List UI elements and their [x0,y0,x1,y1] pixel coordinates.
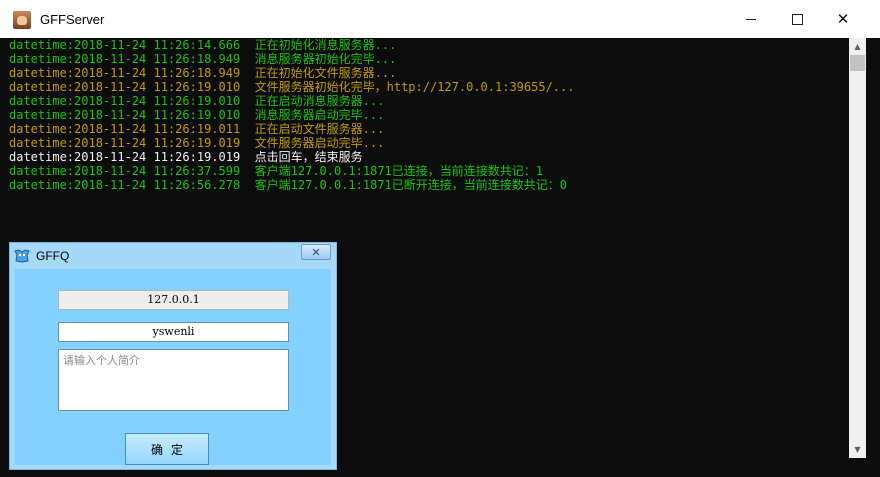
maximize-button[interactable] [774,0,820,38]
console-log-line: datetime:2018-11-24 11:26:37.599 客户端127.… [9,164,544,178]
close-icon: ✕ [311,245,321,259]
console-log-line: datetime:2018-11-24 11:26:19.010 正在启动消息服… [9,94,385,108]
console-log-line: datetime:2018-11-24 11:26:19.010 消息服务器启动… [9,108,385,122]
console-log-line: datetime:2018-11-24 11:26:56.278 客户端127.… [9,178,568,192]
app-icon [13,11,31,29]
server-ip-field[interactable]: 127.0.0.1 [58,290,289,310]
bio-textarea[interactable]: 请输入个人简介 [58,349,289,411]
close-icon: ✕ [836,9,850,28]
dialog-body: 127.0.0.1 yswenli 请输入个人简介 确定 [15,269,331,465]
console-log-line: datetime:2018-11-24 11:26:19.019 点击回车，结束… [9,150,363,164]
dialog-title: GFFQ [36,249,70,263]
gffq-dialog: GFFQ ✕ 127.0.0.1 yswenli 请输入个人简介 确定 [9,242,337,470]
bio-placeholder: 请输入个人简介 [63,354,140,367]
scroll-down-arrow-icon[interactable]: ▼ [849,441,866,458]
console-log-line: datetime:2018-11-24 11:26:14.666 正在初始化消息… [9,38,397,52]
title-bar[interactable]: GFFServer ✕ [0,0,880,38]
vertical-scrollbar[interactable]: ▲ ▼ [849,38,866,458]
close-button[interactable]: ✕ [820,0,866,38]
maximize-icon [791,13,803,25]
minimize-icon [746,18,756,20]
dialog-title-bar[interactable]: GFFQ ✕ [10,243,336,269]
dialog-close-button[interactable]: ✕ [301,244,331,260]
console-log-line: datetime:2018-11-24 11:26:19.019 文件服务器启动… [9,136,385,150]
scroll-thumb[interactable] [850,55,865,71]
console-log-line: datetime:2018-11-24 11:26:18.949 消息服务器初始… [9,52,397,66]
confirm-button[interactable]: 确定 [125,433,209,465]
console-log-line: datetime:2018-11-24 11:26:19.011 正在启动文件服… [9,122,385,136]
username-input[interactable]: yswenli [58,322,289,342]
window-edge [866,38,880,477]
console-log-line: datetime:2018-11-24 11:26:18.949 正在初始化文件… [9,66,397,80]
scroll-up-arrow-icon[interactable]: ▲ [849,38,866,55]
window-title: GFFServer [40,12,105,27]
penguin-app-icon [14,249,30,263]
minimize-button[interactable] [728,0,774,38]
console-log-line: datetime:2018-11-24 11:26:19.010 文件服务器初始… [9,80,575,94]
